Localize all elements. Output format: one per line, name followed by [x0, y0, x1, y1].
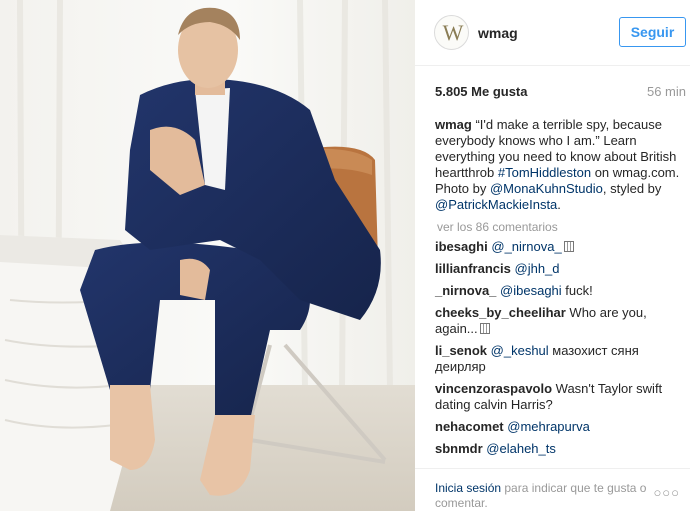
comment-mention[interactable]: @elaheh_ts — [486, 441, 556, 456]
caption-hashtag[interactable]: #TomHiddleston — [498, 165, 591, 180]
comment-username[interactable]: lillianfrancis — [435, 261, 511, 276]
post-author-username[interactable]: wmag — [478, 25, 518, 41]
comment-item: nehacomet @mehrapurva — [435, 419, 687, 435]
follow-button[interactable]: Seguir — [619, 17, 686, 47]
post-photo[interactable] — [0, 0, 415, 511]
comment-text: fuck! — [561, 283, 593, 298]
caption-text: . — [557, 197, 561, 212]
caption-mention[interactable]: @PatrickMackieInsta — [435, 197, 557, 212]
comment-item: sbnmdr @elaheh_ts — [435, 441, 687, 457]
comment-username[interactable]: sbnmdr — [435, 441, 483, 456]
comment-mention[interactable]: @mehrapurva — [507, 419, 590, 434]
comment-item: ibesaghi @_nirnova_ — [435, 239, 687, 255]
post-panel: W wmag Seguir 5.805 Me gusta 56 min wmag… — [415, 0, 690, 511]
comment-item: cheeks_by_cheelihar Who are you, again..… — [435, 305, 687, 337]
emoji-box-icon — [563, 241, 574, 252]
comment-item: vincenzoraspavolo Wasn't Taylor swift da… — [435, 381, 687, 413]
caption-mention[interactable]: @MonaKuhnStudio — [490, 181, 603, 196]
comment-username[interactable]: ibesaghi — [435, 239, 488, 254]
comment-mention[interactable]: @ibesaghi — [500, 283, 562, 298]
login-link[interactable]: Inicia sesión — [435, 481, 501, 495]
post-header: W wmag Seguir — [415, 0, 690, 66]
comment-mention[interactable]: @_keshul — [491, 343, 549, 358]
post-time[interactable]: 56 min — [647, 84, 686, 99]
comment-item: lillianfrancis @jhh_d — [435, 261, 687, 277]
emoji-box-icon — [479, 323, 490, 334]
likes-count[interactable]: 5.805 Me gusta — [435, 84, 528, 99]
caption-username[interactable]: wmag — [435, 117, 472, 132]
view-all-comments-link[interactable]: ver los 86 comentarios — [437, 220, 558, 234]
caption-text: , styled by — [602, 181, 662, 196]
comment-username[interactable]: cheeks_by_cheelihar — [435, 305, 566, 320]
comment-list: ibesaghi @_nirnova_ lillianfrancis @jhh_… — [435, 239, 687, 463]
comment-username[interactable]: vincenzoraspavolo — [435, 381, 552, 396]
avatar-logo: W — [442, 19, 464, 45]
avatar[interactable]: W — [434, 15, 469, 50]
comment-username[interactable]: li_senok — [435, 343, 487, 358]
comment-username[interactable]: nehacomet — [435, 419, 504, 434]
login-prompt: Inicia sesión para indicar que te gusta … — [435, 481, 650, 511]
comment-mention[interactable]: @_nirnova_ — [491, 239, 561, 254]
post-caption: wmag “I'd make a terrible spy, because e… — [435, 117, 685, 213]
comment-mention[interactable]: @jhh_d — [515, 261, 560, 276]
more-options-icon[interactable]: ○○○ — [653, 485, 680, 500]
comment-item: li_senok @_keshul мазохист сяня деирляр — [435, 343, 687, 375]
comment-item: _nirnova_ @ibesaghi fuck! — [435, 283, 687, 299]
post-footer: Inicia sesión para indicar que te gusta … — [415, 468, 690, 511]
comment-username[interactable]: _nirnova_ — [435, 283, 496, 298]
